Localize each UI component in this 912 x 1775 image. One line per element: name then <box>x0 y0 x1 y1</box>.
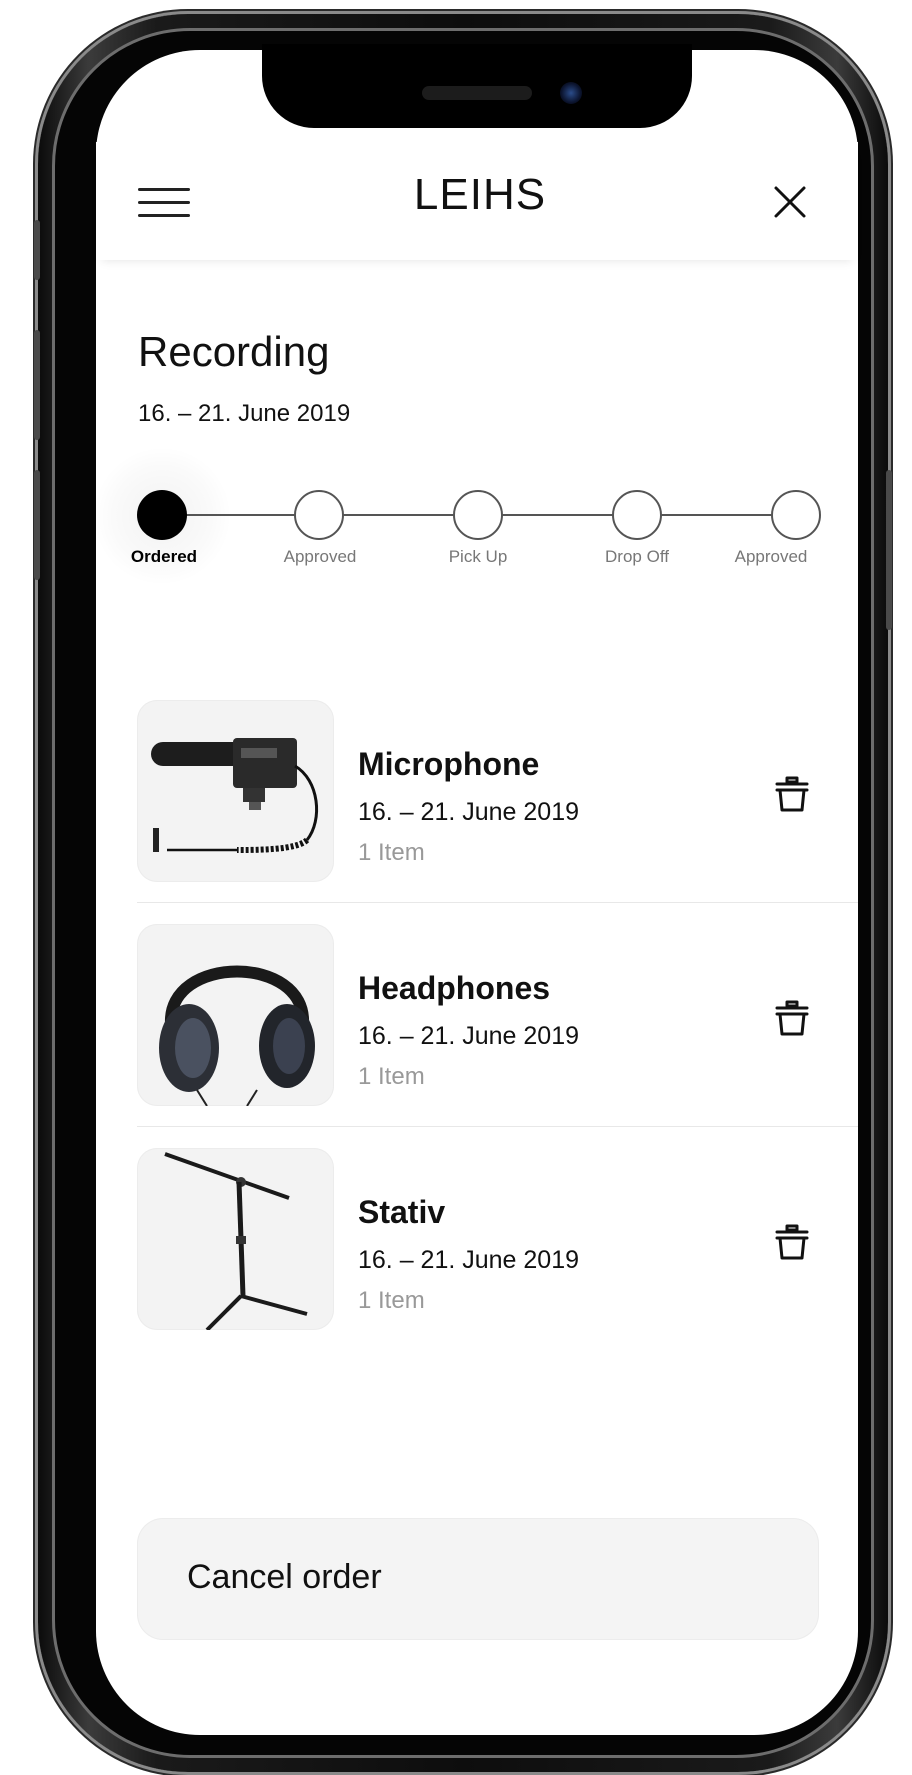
item-dates: 16. – 21. June 2019 <box>358 798 580 826</box>
item-thumbnail <box>137 924 334 1106</box>
step-label-ordered: Ordered <box>130 547 198 566</box>
step-dot-ordered <box>137 490 187 540</box>
microphone-stand-image <box>164 1152 308 1330</box>
step-label-drop-off: Drop Off <box>605 547 669 566</box>
item-name: Headphones <box>358 970 551 1006</box>
step-label-pick-up: Pick Up <box>448 547 508 566</box>
list-divider <box>137 1126 858 1127</box>
app-title: LEIHS <box>413 170 547 219</box>
step-dot-drop-off <box>612 490 662 540</box>
step-dot-pick-up <box>453 490 503 540</box>
item-quantity: 1 Item <box>358 1287 425 1314</box>
cancel-order-label: Cancel order <box>187 1558 382 1596</box>
headphones-image <box>159 965 315 1106</box>
item-thumbnail <box>137 700 334 882</box>
step-dot-approved <box>294 490 344 540</box>
phone-screen <box>96 50 858 1735</box>
item-dates: 16. – 21. June 2019 <box>358 1246 580 1274</box>
shotgun-microphone-image <box>151 738 319 853</box>
close-icon[interactable] <box>770 182 810 222</box>
trash-icon[interactable] <box>774 1222 810 1262</box>
step-label-final-approved: Approved <box>734 547 808 566</box>
trash-icon[interactable] <box>774 998 810 1038</box>
item-name: Stativ <box>358 1194 446 1230</box>
item-name: Microphone <box>358 746 540 782</box>
phone-camera <box>560 82 582 104</box>
phone-speaker <box>422 86 532 100</box>
cancel-order-button[interactable]: Cancel order <box>137 1518 819 1640</box>
item-quantity: 1 Item <box>358 839 425 866</box>
order-dates: 16. – 21. June 2019 <box>138 400 351 427</box>
phone-power-button <box>886 470 892 630</box>
step-dot-final-approved <box>771 490 821 540</box>
item-thumbnail <box>137 1148 334 1330</box>
phone-volume-down-button <box>34 470 40 580</box>
order-title: Recording <box>138 328 330 375</box>
phone-mute-switch <box>34 220 40 280</box>
trash-icon[interactable] <box>774 774 810 814</box>
phone-volume-up-button <box>34 330 40 440</box>
item-dates: 16. – 21. June 2019 <box>358 1022 580 1050</box>
step-label-approved: Approved <box>283 547 357 566</box>
hamburger-menu-icon[interactable] <box>138 188 190 218</box>
list-divider <box>137 902 858 903</box>
item-quantity: 1 Item <box>358 1063 425 1090</box>
